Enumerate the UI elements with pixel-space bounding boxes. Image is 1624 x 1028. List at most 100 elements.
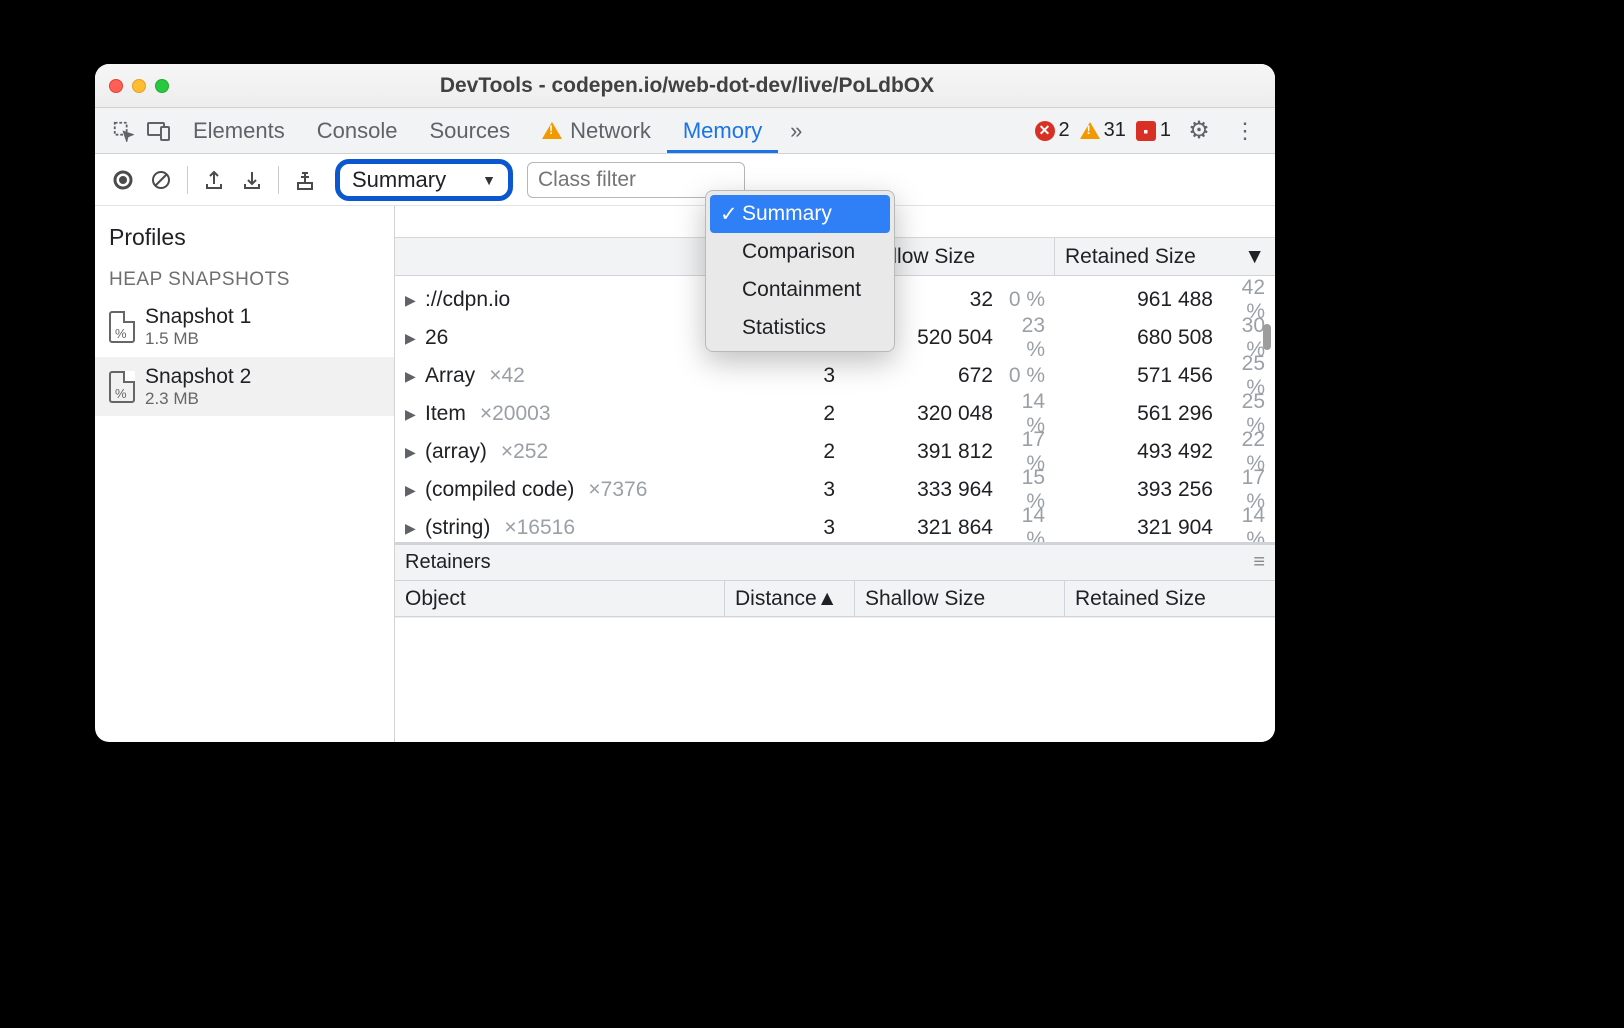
dropdown-opt-comparison[interactable]: Comparison xyxy=(706,233,894,271)
settings-icon[interactable]: ⚙ xyxy=(1181,113,1217,149)
more-tabs-icon[interactable]: » xyxy=(778,113,814,149)
perspective-dropdown: Summary Comparison Containment Statistic… xyxy=(705,190,895,352)
dropdown-opt-statistics[interactable]: Statistics xyxy=(706,309,894,347)
tab-memory[interactable]: Memory xyxy=(667,108,778,153)
retainers-col-object[interactable]: Object xyxy=(395,581,725,616)
row-mult: ×16516 xyxy=(504,516,575,540)
dropdown-opt-containment[interactable]: Containment xyxy=(706,271,894,309)
row-shallow: 32 xyxy=(970,288,993,312)
warning-icon xyxy=(1080,122,1100,139)
memory-toolbar: Summary ▼ xyxy=(95,154,1275,206)
snapshot-size: 1.5 MB xyxy=(145,329,251,349)
heap-snapshots-subhead: HEAP SNAPSHOTS xyxy=(95,263,394,297)
row-distance: 3 xyxy=(823,516,835,540)
titlebar: DevTools - codepen.io/web-dot-dev/live/P… xyxy=(95,64,1275,108)
row-name: ://cdpn.io xyxy=(425,288,510,312)
error-icon: ✕ xyxy=(1035,121,1055,141)
row-shallow-pct: 23 % xyxy=(1001,314,1045,362)
retainers-col-distance[interactable]: Distance▲ xyxy=(725,581,855,616)
col-retained[interactable]: Retained Size ▼ xyxy=(1055,238,1275,275)
retainers-menu-icon[interactable]: ≡ xyxy=(1253,551,1265,574)
snapshot-icon xyxy=(109,311,135,343)
snapshot-item-1[interactable]: Snapshot 1 1.5 MB xyxy=(95,297,394,357)
perspective-select[interactable]: Summary ▼ xyxy=(335,159,513,201)
tab-sources[interactable]: Sources xyxy=(413,108,526,153)
grid-row[interactable]: ▶(compiled code)×73763333 96415 %393 256… xyxy=(395,466,1275,504)
scrollbar-thumb[interactable] xyxy=(1263,324,1271,350)
row-shallow: 321 864 xyxy=(917,516,993,540)
col-constructor[interactable] xyxy=(395,238,725,275)
retainers-columns: Object Distance▲ Shallow Size Retained S… xyxy=(395,581,1275,617)
collect-garbage-button[interactable] xyxy=(287,162,323,198)
row-shallow-pct: 0 % xyxy=(1001,364,1045,388)
devtools-window: DevTools - codepen.io/web-dot-dev/live/P… xyxy=(95,64,1275,742)
import-button[interactable] xyxy=(234,162,270,198)
tab-console[interactable]: Console xyxy=(301,108,414,153)
inspect-element-icon[interactable] xyxy=(105,113,141,149)
retainers-title: Retainers xyxy=(405,551,491,574)
main-grid-area: ▼ Distance Shallow Size Retained Size ▼ … xyxy=(395,206,1275,742)
disclosure-icon: ▶ xyxy=(405,330,417,347)
issues-badge[interactable]: ▪ 1 xyxy=(1136,119,1171,142)
row-mult: ×42 xyxy=(489,364,525,388)
row-name: Array xyxy=(425,364,475,388)
retainers-header: Retainers ≡ xyxy=(395,542,1275,581)
row-retained: 680 508 xyxy=(1137,326,1213,350)
warning-icon xyxy=(542,122,562,139)
disclosure-icon: ▶ xyxy=(405,292,417,309)
content-area: Profiles HEAP SNAPSHOTS Snapshot 1 1.5 M… xyxy=(95,206,1275,742)
separator xyxy=(187,166,188,194)
grid-row[interactable]: ▶Item×200032320 04814 %561 29625 % xyxy=(395,390,1275,428)
row-shallow: 333 964 xyxy=(917,478,993,502)
grid-row[interactable]: ▶(array)×2522391 81217 %493 49222 % xyxy=(395,428,1275,466)
row-name: (string) xyxy=(425,516,490,540)
row-distance: 3 xyxy=(823,478,835,502)
snapshot-icon xyxy=(109,371,135,403)
row-shallow: 391 812 xyxy=(917,440,993,464)
grid-row[interactable]: ▶Array×4236720 %571 45625 % xyxy=(395,352,1275,390)
perspective-label: Summary xyxy=(352,167,446,193)
row-name: 26 xyxy=(425,326,448,350)
snapshot-size: 2.3 MB xyxy=(145,389,251,409)
row-retained-pct: 14 % xyxy=(1221,504,1265,542)
tab-network[interactable]: Network xyxy=(526,108,667,153)
window-title: DevTools - codepen.io/web-dot-dev/live/P… xyxy=(113,74,1261,98)
row-retained: 393 256 xyxy=(1137,478,1213,502)
grid-row[interactable]: ▶ (string) ×16516 3 321 864 14 % 321 904 14 % xyxy=(395,504,1275,542)
sort-desc-icon: ▼ xyxy=(1244,245,1265,269)
row-mult: ×252 xyxy=(501,440,548,464)
row-mult: ×20003 xyxy=(480,402,551,426)
row-retained: 961 488 xyxy=(1137,288,1213,312)
clear-button[interactable] xyxy=(143,162,179,198)
chevron-down-icon: ▼ xyxy=(482,172,496,188)
retainers-col-shallow[interactable]: Shallow Size xyxy=(855,581,1065,616)
dropdown-opt-summary[interactable]: Summary xyxy=(710,195,890,233)
row-retained: 321 904 xyxy=(1137,516,1213,540)
issue-icon: ▪ xyxy=(1136,121,1156,141)
export-button[interactable] xyxy=(196,162,232,198)
row-retained: 493 492 xyxy=(1137,440,1213,464)
errors-badge[interactable]: ✕ 2 xyxy=(1035,119,1070,142)
snapshot-name: Snapshot 1 xyxy=(145,305,251,329)
retainers-col-retained[interactable]: Retained Size xyxy=(1065,581,1275,616)
kebab-menu-icon[interactable]: ⋮ xyxy=(1227,113,1263,149)
row-retained: 571 456 xyxy=(1137,364,1213,388)
warnings-badge[interactable]: 31 xyxy=(1080,119,1126,142)
disclosure-icon: ▶ xyxy=(405,520,417,537)
tab-elements[interactable]: Elements xyxy=(177,108,301,153)
snapshot-name: Snapshot 2 xyxy=(145,365,251,389)
device-toggle-icon[interactable] xyxy=(141,113,177,149)
snapshot-item-2[interactable]: Snapshot 2 2.3 MB xyxy=(95,357,394,417)
separator xyxy=(278,166,279,194)
row-shallow-pct: 14 % xyxy=(1001,504,1045,542)
row-name: (compiled code) xyxy=(425,478,574,502)
row-shallow-pct: 0 % xyxy=(1001,288,1045,312)
row-shallow: 320 048 xyxy=(917,402,993,426)
row-shallow: 672 xyxy=(958,364,993,388)
record-button[interactable] xyxy=(105,162,141,198)
row-distance: 2 xyxy=(823,440,835,464)
panel-tabs: Elements Console Sources Network Memory … xyxy=(95,108,1275,154)
disclosure-icon: ▶ xyxy=(405,444,417,461)
profiles-title: Profiles xyxy=(95,206,394,263)
row-shallow: 520 504 xyxy=(917,326,993,350)
